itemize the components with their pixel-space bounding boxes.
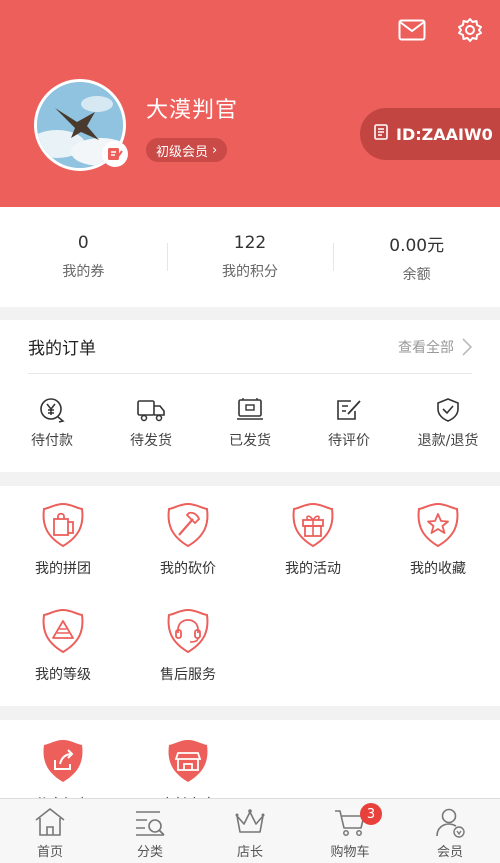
profile-header: 大漠判官 初级会员 › ID:ZAAIW0 [0,0,500,207]
order-status-label: 待评价 [328,433,370,449]
tab-label: 店长 [236,845,263,860]
orders-section: 我的订单 查看全部 待付款 待发货 已发货 待评价 退款/退货 [0,320,500,472]
view-all-label: 查看全部 [398,339,454,356]
username: 大漠判官 [146,98,239,123]
truck-icon [136,396,166,424]
tool-favorites[interactable]: 我的收藏 [383,502,493,578]
chevron-right-icon [462,337,472,356]
tab-cart[interactable]: 3 购物车 [300,799,400,863]
member-id-pill[interactable]: ID:ZAAIW0 [360,108,500,160]
order-status-label: 退款/退货 [417,433,479,449]
stat-label: 我的积分 [222,264,278,280]
order-pending-shipment[interactable]: 待发货 [111,396,191,450]
tool-label: 我的拼团 [35,561,91,577]
tool-bargain[interactable]: 我的砍价 [133,502,243,578]
bottom-tab-bar: 首页 分类 店长 3 购物车 会员 [0,798,500,863]
tool-label: 我的收藏 [410,561,466,577]
tab-category[interactable]: 分类 [100,799,200,863]
tab-label: 分类 [136,845,163,860]
member-tools-grid: 我的拼团 我的砍价 我的活动 我的收藏 我的等级 售后服务 [0,486,500,706]
order-status-row: 待付款 待发货 已发货 待评价 退款/退货 [0,396,500,450]
crown-icon [232,805,268,839]
stat-value: 0 [77,233,89,253]
stat-label: 我的券 [62,264,105,280]
stat-label: 余额 [402,266,431,283]
avatar[interactable] [34,79,128,171]
edit-profile-icon[interactable] [102,141,128,167]
gift-icon [292,502,334,548]
tool-after-sales[interactable]: 售后服务 [133,608,243,684]
stat-balance[interactable]: 0.00元 余额 [333,207,500,307]
order-shipped[interactable]: 已发货 [210,396,290,450]
member-level-label: 初级会员 [156,144,209,160]
orders-title: 我的订单 [28,339,96,359]
star-icon [417,502,459,548]
tool-my-level[interactable]: 我的等级 [8,608,118,684]
tab-member[interactable]: 会员 [400,799,500,863]
order-status-label: 待发货 [130,433,172,449]
member-icon [432,805,468,839]
tool-label: 售后服务 [160,667,216,683]
tab-label: 首页 [36,845,63,860]
stat-value: 0.00元 [389,235,445,256]
yen-payment-icon [37,396,67,424]
orders-header: 我的订单 查看全部 [28,320,472,374]
category-search-icon [132,805,168,839]
tab-home[interactable]: 首页 [0,799,100,863]
settings-gear-icon[interactable] [454,14,486,46]
tool-activities[interactable]: 我的活动 [258,502,368,578]
tool-label: 我的活动 [285,561,341,577]
tab-label: 购物车 [330,845,370,860]
share-icon [43,740,83,782]
stat-value: 122 [233,233,267,253]
order-status-label: 已发货 [229,433,271,449]
tool-label: 我的砍价 [160,561,216,577]
stat-points[interactable]: 122 我的积分 [166,207,334,307]
package-icon [235,396,265,424]
shopping-bag-icon [42,502,84,548]
tab-label: 会员 [436,845,463,860]
member-level-badge[interactable]: 初级会员 › [146,138,228,162]
tool-group-buy[interactable]: 我的拼团 [8,502,118,578]
headset-icon [167,608,209,654]
cart-count-badge: 3 [360,803,382,825]
view-all-orders-link[interactable]: 查看全部 [398,337,472,357]
chevron-right-icon: › [212,142,218,158]
mail-icon[interactable] [396,14,428,46]
tab-store-manager[interactable]: 店长 [200,799,300,863]
shield-check-icon [433,396,463,424]
account-stats: 0 我的券 122 我的积分 0.00元 余额 [0,207,500,307]
store-icon [168,740,208,782]
axe-icon [167,502,209,548]
level-triangle-icon [42,608,84,654]
tool-label: 我的等级 [35,667,91,683]
home-icon [32,805,68,839]
member-id-label: ID:ZAAIW0 [396,124,493,144]
order-refund-return[interactable]: 退款/退货 [408,396,488,450]
id-card-icon [374,124,388,144]
stat-coupons[interactable]: 0 我的券 [0,207,167,307]
order-pending-review[interactable]: 待评价 [309,396,389,450]
review-edit-icon [334,396,364,424]
order-pending-payment[interactable]: 待付款 [12,396,92,450]
order-status-label: 待付款 [31,433,73,449]
